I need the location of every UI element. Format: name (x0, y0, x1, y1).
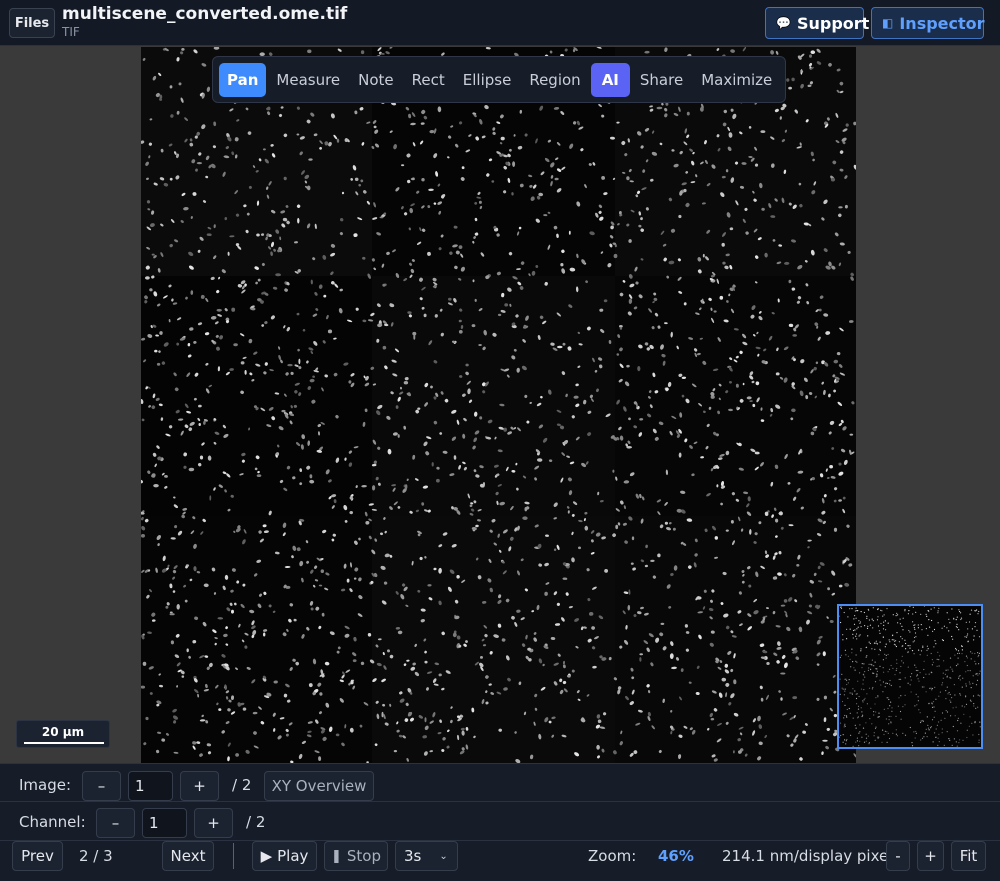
divider (233, 843, 234, 869)
panel-icon: ◧ (882, 16, 894, 30)
image-index-input[interactable]: 1 (128, 771, 173, 801)
channel-index-input[interactable]: 1 (142, 808, 187, 838)
image-next-button[interactable]: + (180, 771, 219, 801)
inspector-button[interactable]: ◧ Inspector (871, 7, 985, 39)
scale-bar-label: 20 µm (41, 725, 85, 739)
tool-note[interactable]: Note (350, 63, 402, 97)
minimap[interactable] (837, 604, 983, 749)
minimap-image (839, 606, 981, 747)
fit-button[interactable]: Fit (951, 841, 986, 871)
resolution-readout: 214.1 nm/display pixel (722, 847, 893, 865)
image-viewer[interactable] (141, 47, 856, 763)
interval-value: 3s (404, 847, 422, 865)
support-button[interactable]: 💬 Support (765, 7, 869, 39)
channel-next-button[interactable]: + (194, 808, 233, 838)
play-button[interactable]: ▶ Play (252, 841, 317, 871)
next-button[interactable]: Next (162, 841, 214, 871)
files-button[interactable]: Files (9, 8, 55, 38)
tool-ai[interactable]: AI (590, 62, 630, 97)
divider (0, 801, 1000, 802)
stop-icon: ❚ (330, 848, 342, 864)
tool-measure[interactable]: Measure (268, 63, 348, 97)
tool-toolbar: Pan Measure Note Rect Ellipse Region AI … (212, 56, 786, 103)
app-header: Files multiscene_converted.ome.tif TIF 💬… (0, 0, 1000, 46)
support-label: Support (796, 13, 870, 33)
divider (0, 840, 1000, 841)
image-total: / 2 (232, 776, 252, 794)
zoom-out-button[interactable]: - (886, 841, 910, 871)
channel-prev-button[interactable]: – (96, 808, 135, 838)
prev-button[interactable]: Prev (12, 841, 63, 871)
tool-rect[interactable]: Rect (404, 63, 453, 97)
chat-icon: 💬 (776, 16, 791, 30)
chevron-down-icon: ⌄ (439, 850, 448, 862)
file-title: multiscene_converted.ome.tif (62, 4, 348, 24)
image-label: Image: (19, 776, 72, 794)
scale-bar: 20 µm (16, 720, 110, 748)
channel-label: Channel: (19, 813, 86, 831)
xy-overview-button[interactable]: XY Overview (264, 771, 374, 801)
interval-select[interactable]: 3s ⌄ (395, 841, 458, 871)
tool-maximize[interactable]: Maximize (693, 63, 780, 97)
tool-region[interactable]: Region (521, 63, 588, 97)
zoom-label: Zoom: (588, 847, 637, 865)
channel-total: / 2 (246, 813, 266, 831)
stop-button[interactable]: ❚ Stop (324, 841, 388, 871)
tool-pan[interactable]: Pan (219, 62, 267, 97)
tool-ellipse[interactable]: Ellipse (455, 63, 520, 97)
image-prev-button[interactable]: – (82, 771, 121, 801)
stop-label: Stop (346, 847, 381, 865)
play-icon: ▶ (260, 847, 273, 865)
tool-share[interactable]: Share (632, 63, 691, 97)
microscopy-image (141, 47, 856, 763)
inspector-label: Inspector (899, 13, 985, 33)
file-type: TIF (62, 25, 80, 39)
play-label: Play (277, 847, 309, 865)
zoom-value: 46% (658, 847, 694, 865)
page-indicator: 2 / 3 (79, 847, 113, 865)
scale-bar-line (24, 742, 104, 744)
zoom-in-button[interactable]: + (917, 841, 944, 871)
